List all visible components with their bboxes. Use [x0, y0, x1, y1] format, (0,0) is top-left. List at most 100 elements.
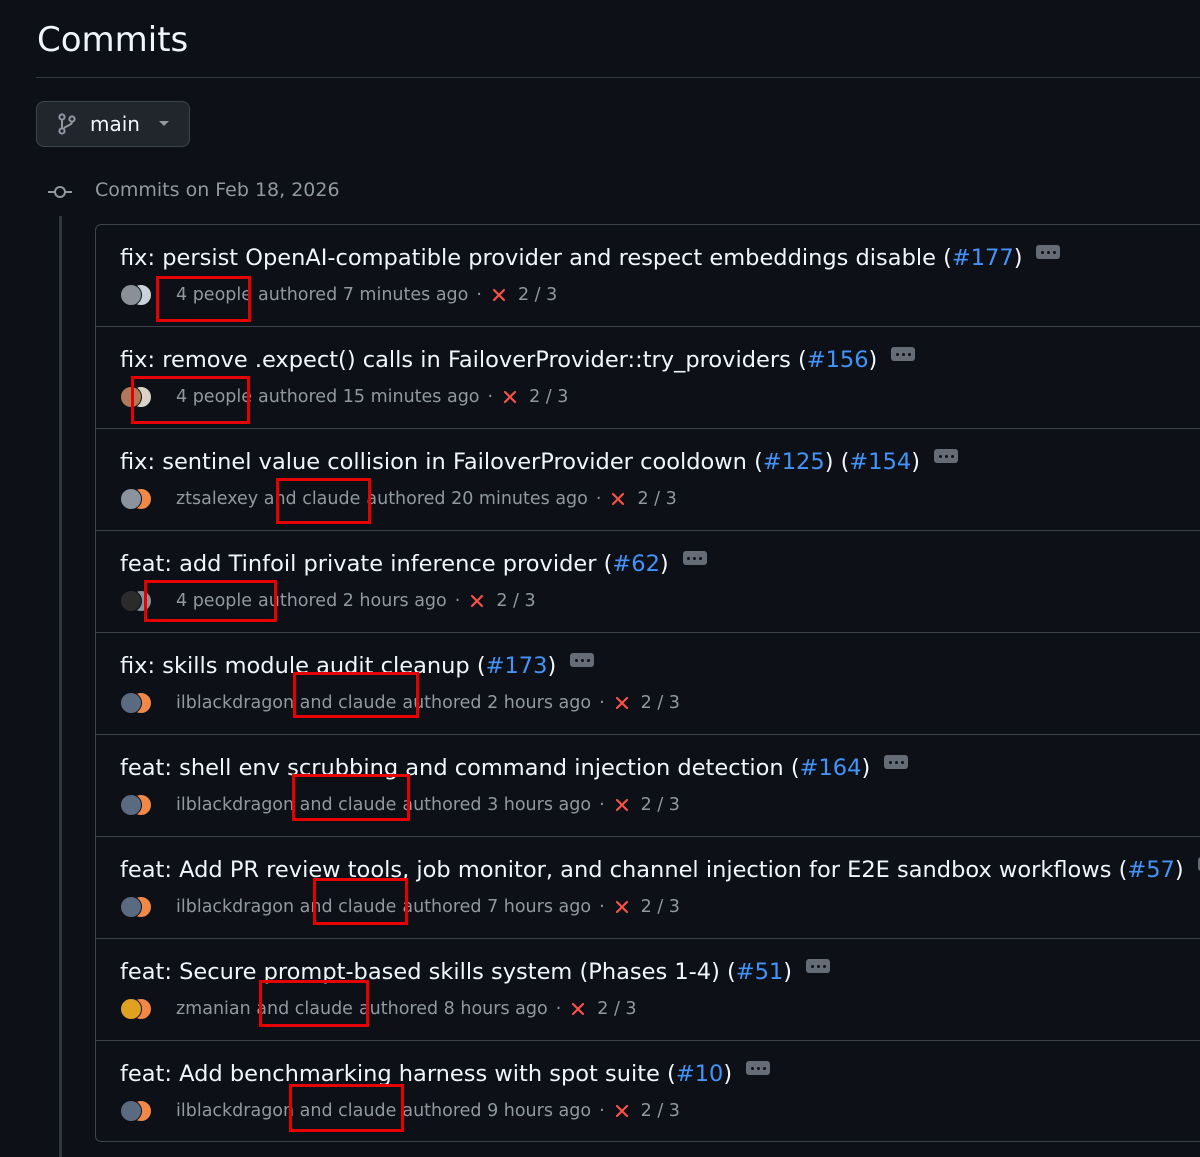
commit-message-link[interactable]: feat: shell env scrubbing and command in… [120, 755, 800, 781]
x-icon[interactable] [492, 288, 506, 302]
commit-message-link[interactable]: ) [911, 449, 920, 475]
commit-title: fix: persist OpenAI-compatible provider … [120, 245, 1061, 271]
avatar[interactable] [120, 284, 142, 306]
expand-description-button[interactable] [806, 959, 831, 973]
checks-status[interactable]: 2 / 3 [529, 387, 568, 407]
commit-message-link[interactable]: ) [861, 755, 870, 781]
authored-time: authored 8 hours ago [358, 999, 548, 1019]
commit-list: fix: persist OpenAI-compatible provider … [95, 224, 1200, 1142]
commit-message-link[interactable]: ) [869, 347, 878, 373]
commit-message-link[interactable]: feat: add Tinfoil private inference prov… [120, 551, 612, 577]
avatar[interactable] [120, 896, 142, 918]
avatar[interactable] [120, 488, 142, 510]
author-avatars[interactable] [120, 998, 152, 1020]
author-avatars[interactable] [120, 896, 152, 918]
commit-message-link[interactable]: feat: Secure prompt-based skills system … [120, 959, 736, 985]
x-icon[interactable] [615, 696, 629, 710]
author-avatars[interactable] [120, 794, 152, 816]
commit-authors[interactable]: 4 people [176, 387, 252, 407]
commit-authors[interactable]: 4 people [176, 285, 252, 305]
commit-authors[interactable]: ilblackdragon and claude [176, 1101, 396, 1121]
expand-description-button[interactable] [682, 551, 707, 565]
separator-dot: · [454, 591, 461, 611]
checks-status[interactable]: 2 / 3 [641, 897, 680, 917]
expand-description-button[interactable] [891, 347, 916, 361]
commit-row: fix: persist OpenAI-compatible provider … [96, 225, 1200, 327]
commit-authors[interactable]: ilblackdragon and claude [176, 795, 396, 815]
authored-time: authored 15 minutes ago [258, 387, 480, 407]
x-icon[interactable] [571, 1002, 585, 1016]
author-avatars[interactable] [120, 1100, 152, 1122]
commit-message-link[interactable]: fix: sentinel value collision in Failove… [120, 449, 763, 475]
commit-authors[interactable]: ztsalexey and claude [176, 489, 360, 509]
commit-title: fix: skills module audit cleanup (#173) [120, 653, 595, 679]
separator-dot: · [599, 897, 605, 917]
author-avatars[interactable] [120, 692, 152, 714]
pull-request-link[interactable]: #10 [676, 1061, 723, 1087]
avatar[interactable] [120, 1100, 142, 1122]
commit-authors[interactable]: 4 people [176, 591, 252, 611]
author-avatars[interactable] [120, 284, 152, 306]
checks-status[interactable]: 2 / 3 [637, 489, 676, 509]
expand-description-button[interactable] [1036, 245, 1061, 259]
avatar[interactable] [120, 692, 142, 714]
authored-time: authored 7 hours ago [402, 897, 592, 917]
commit-message-link[interactable]: fix: persist OpenAI-compatible provider … [120, 245, 952, 271]
avatar[interactable] [120, 998, 142, 1020]
commit-message-link[interactable]: feat: Add PR review tools, job monitor, … [120, 857, 1127, 883]
commit-message-link[interactable]: ) [783, 959, 792, 985]
x-icon[interactable] [470, 594, 484, 608]
pull-request-link[interactable]: #156 [807, 347, 869, 373]
commit-row: feat: add Tinfoil private inference prov… [96, 531, 1200, 633]
x-icon[interactable] [615, 798, 629, 812]
commit-row: fix: skills module audit cleanup (#173) i… [96, 633, 1200, 735]
commit-row: fix: sentinel value collision in Failove… [96, 429, 1200, 531]
expand-description-button[interactable] [934, 449, 958, 463]
commit-message-link[interactable]: fix: remove .expect() calls in FailoverP… [120, 347, 807, 373]
commit-message-link[interactable]: ) [660, 551, 669, 577]
checks-status[interactable]: 2 / 3 [641, 795, 680, 815]
commit-authors[interactable]: ilblackdragon and claude [176, 693, 396, 713]
pull-request-link[interactable]: #164 [800, 755, 862, 781]
commit-authors[interactable]: ilblackdragon and claude [176, 897, 396, 917]
checks-status[interactable]: 2 / 3 [641, 693, 680, 713]
pull-request-link[interactable]: #125 [763, 449, 825, 475]
avatar[interactable] [120, 386, 142, 408]
commit-message-link[interactable]: ) [1175, 857, 1184, 883]
author-avatars[interactable] [120, 590, 152, 612]
pull-request-link[interactable]: #57 [1127, 857, 1174, 883]
commit-message-link[interactable]: ) [723, 1061, 732, 1087]
checks-status[interactable]: 2 / 3 [641, 1101, 680, 1121]
commit-message-link[interactable]: ) ( [825, 449, 850, 475]
author-avatars[interactable] [120, 488, 152, 510]
commit-title: feat: add Tinfoil private inference prov… [120, 551, 707, 577]
branch-selector-button[interactable]: main [36, 101, 190, 147]
checks-status[interactable]: 2 / 3 [518, 285, 557, 305]
pull-request-link[interactable]: #173 [486, 653, 548, 679]
commit-message-link[interactable]: fix: skills module audit cleanup ( [120, 653, 486, 679]
avatar[interactable] [120, 794, 142, 816]
expand-description-button[interactable] [570, 653, 595, 667]
commit-message-link[interactable]: ) [1014, 245, 1023, 271]
commit-message-link[interactable]: feat: Add benchmarking harness with spot… [120, 1061, 676, 1087]
commit-authors[interactable]: zmanian and claude [176, 999, 353, 1019]
commit-message-link[interactable]: ) [547, 653, 556, 679]
pull-request-link[interactable]: #177 [952, 245, 1014, 271]
x-icon[interactable] [615, 900, 629, 914]
x-icon[interactable] [503, 390, 517, 404]
commit-row: feat: Add benchmarking harness with spot… [96, 1041, 1200, 1141]
avatar[interactable] [120, 590, 142, 612]
x-icon[interactable] [611, 492, 625, 506]
checks-status[interactable]: 2 / 3 [496, 591, 535, 611]
checks-status[interactable]: 2 / 3 [597, 999, 636, 1019]
expand-description-button[interactable] [746, 1061, 771, 1075]
commit-row: feat: Add PR review tools, job monitor, … [96, 837, 1200, 939]
author-avatars[interactable] [120, 386, 152, 408]
pull-request-link[interactable]: #154 [849, 449, 911, 475]
pull-request-link[interactable]: #51 [736, 959, 783, 985]
pull-request-link[interactable]: #62 [612, 551, 659, 577]
branch-label: main [90, 112, 140, 136]
separator-dot: · [595, 489, 602, 509]
expand-description-button[interactable] [884, 755, 909, 769]
x-icon[interactable] [615, 1104, 629, 1118]
